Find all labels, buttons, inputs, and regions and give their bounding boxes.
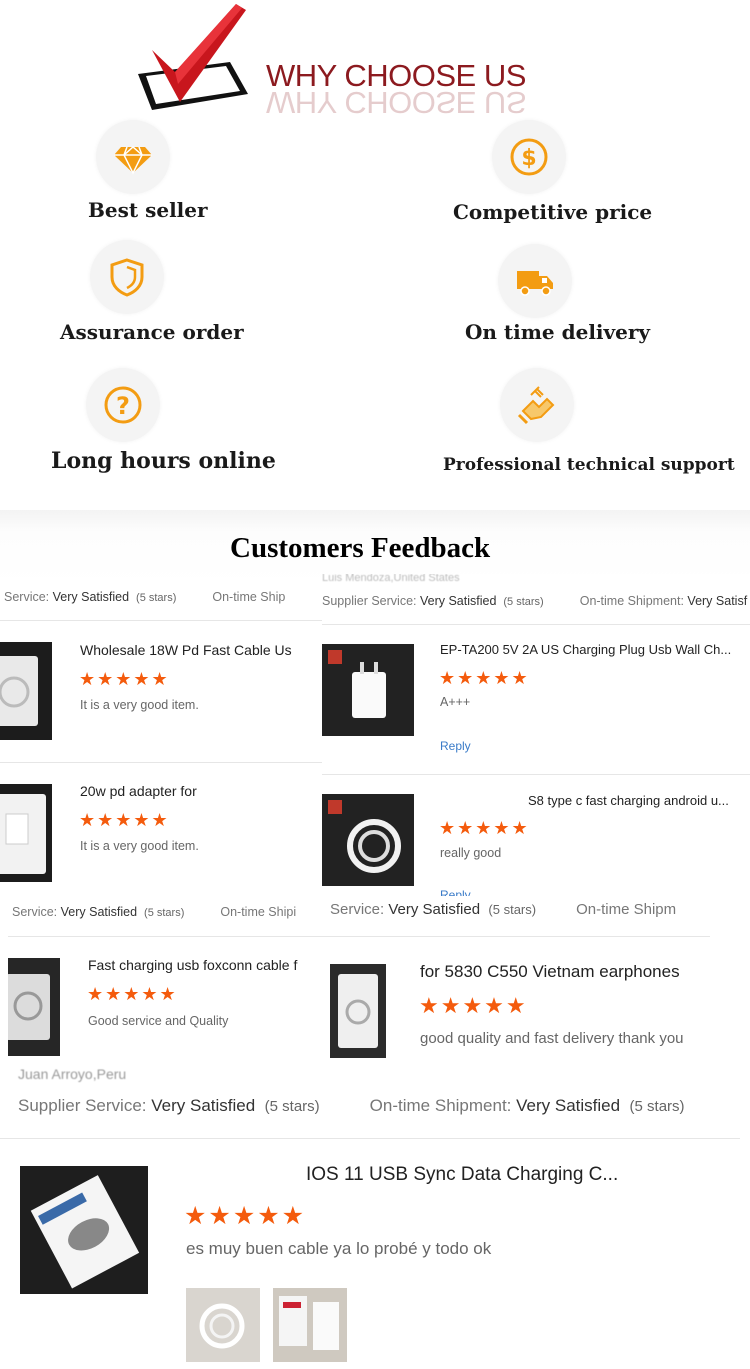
product-name[interactable]: 20w pd adapter for bbox=[80, 783, 322, 799]
divider bbox=[0, 620, 322, 621]
feature-label-on-time-delivery: On time delivery bbox=[465, 320, 651, 344]
checkmark-logo-icon bbox=[138, 4, 248, 110]
reply-link-cut[interactable]: Reply bbox=[440, 888, 471, 896]
ontime-label: On-time Ship bbox=[212, 590, 286, 604]
truck-icon bbox=[517, 271, 553, 296]
product-name[interactable]: Fast charging usb foxconn cable f bbox=[88, 957, 324, 973]
product-thumbnail[interactable] bbox=[8, 958, 60, 1056]
ontime-stars: (5 stars) bbox=[629, 1098, 685, 1115]
service-label: Supplier Service: bbox=[322, 594, 417, 608]
review-comment: Good service and Quality bbox=[88, 1014, 229, 1028]
product-thumbnail[interactable] bbox=[322, 644, 414, 736]
rating-stars: ★★★★★ bbox=[79, 810, 170, 830]
product-thumbnail[interactable] bbox=[0, 642, 52, 740]
service-label: Supplier Service: bbox=[18, 1096, 147, 1115]
review-photo[interactable] bbox=[186, 1288, 260, 1362]
divider bbox=[322, 774, 750, 775]
divider bbox=[0, 762, 322, 763]
shield-icon bbox=[110, 258, 144, 297]
review-panel-e: Juan Arroyo,Peru Supplier Service: Very … bbox=[0, 1066, 740, 1369]
handshake-icon-circle bbox=[500, 368, 574, 442]
question-icon-circle: ? bbox=[86, 368, 160, 442]
product-name[interactable]: for 5830 C550 Vietnam earphones bbox=[420, 962, 710, 982]
review-panel-b: Luis Mendoza,United States Supplier Serv… bbox=[322, 574, 750, 896]
rating-stars: ★★★★★ bbox=[79, 669, 170, 689]
rating-stars: ★★★★★ bbox=[87, 984, 178, 1004]
ontime-label: On-time Shipm bbox=[576, 901, 677, 918]
product-thumbnail[interactable] bbox=[20, 1166, 148, 1294]
service-label: Service: bbox=[12, 905, 58, 919]
service-value: Very Satisfied bbox=[52, 590, 130, 604]
customers-feedback-title: Customers Feedback bbox=[230, 532, 491, 564]
review-meta-b: Supplier Service: Very Satisfied (5 star… bbox=[322, 594, 747, 608]
handshake-icon bbox=[517, 386, 555, 425]
review-comment: es muy buen cable ya lo probé y todo ok bbox=[186, 1239, 492, 1258]
ontime-label: On-time Shipi bbox=[220, 905, 297, 919]
reply-link[interactable]: Reply bbox=[440, 739, 471, 753]
service-label: Service: bbox=[4, 590, 50, 604]
review-comment: It is a very good item. bbox=[80, 839, 199, 853]
service-value: Very Satisfied bbox=[151, 1096, 256, 1115]
feature-label-long-hours-online: Long hours online bbox=[51, 448, 276, 474]
why-choose-us-title-reflection: WHY CHOOSE US bbox=[266, 85, 526, 120]
service-value: Very Satisfied bbox=[60, 905, 138, 919]
question-icon: ? bbox=[104, 386, 142, 424]
dollar-icon: $ bbox=[510, 138, 548, 176]
review-panel-d: Service: Very Satisfied (5 stars) On-time… bbox=[324, 896, 710, 1066]
service-stars: (5 stars) bbox=[144, 907, 185, 919]
review-meta-c: Service: Very Satisfied (5 stars) On-time… bbox=[12, 905, 296, 919]
buyer-name: Juan Arroyo,Peru bbox=[18, 1066, 127, 1082]
why-choose-us-section: WHY CHOOSE US WHY CHOOSE US Best seller … bbox=[0, 0, 750, 510]
divider bbox=[8, 936, 324, 937]
rating-stars: ★★★★★ bbox=[184, 1202, 307, 1230]
svg-text:?: ? bbox=[116, 392, 130, 420]
review-comment: good quality and fast delivery thank you bbox=[420, 1030, 684, 1047]
product-name[interactable]: Wholesale 18W Pd Fast Cable Us bbox=[80, 642, 322, 658]
review-meta-d: Service: Very Satisfied (5 stars) On-time… bbox=[330, 901, 676, 918]
feature-label-competitive-price: Competitive price bbox=[453, 200, 653, 224]
service-label: Service: bbox=[330, 901, 385, 918]
divider bbox=[324, 936, 710, 937]
feature-label-best-seller: Best seller bbox=[88, 198, 208, 222]
review-meta-a: Service: Very Satisfied (5 stars) On-time… bbox=[4, 590, 285, 604]
rating-stars: ★★★★★ bbox=[419, 993, 528, 1018]
dollar-icon-circle: $ bbox=[492, 120, 566, 194]
divider bbox=[322, 624, 750, 625]
service-value: Very Satisfied bbox=[388, 901, 481, 918]
svg-text:$: $ bbox=[521, 146, 536, 171]
service-value: Very Satisfied bbox=[419, 594, 497, 608]
review-comment: A+++ bbox=[440, 695, 471, 709]
feature-label-assurance-order: Assurance order bbox=[60, 320, 244, 344]
truck-icon-circle bbox=[498, 244, 572, 318]
service-stars: (5 stars) bbox=[264, 1098, 320, 1115]
ontime-label: On-time Shipment: bbox=[579, 594, 684, 608]
review-comment: It is a very good item. bbox=[80, 698, 199, 712]
buyer-name: Luis Mendoza,United States bbox=[322, 574, 460, 584]
divider bbox=[0, 1138, 740, 1139]
ontime-value: Very Satisf bbox=[687, 594, 748, 608]
rating-stars: ★★★★★ bbox=[439, 668, 530, 688]
ontime-value: Very Satisfied bbox=[516, 1096, 621, 1115]
product-thumbnail[interactable] bbox=[0, 784, 52, 882]
review-panel-c: Service: Very Satisfied (5 stars) On-time… bbox=[8, 896, 324, 1066]
product-thumbnail[interactable] bbox=[322, 794, 414, 886]
review-panel-a: Service: Very Satisfied (5 stars) On-time… bbox=[0, 584, 322, 896]
ontime-label: On-time Shipment: bbox=[369, 1096, 512, 1115]
review-photo[interactable] bbox=[273, 1288, 347, 1362]
product-name[interactable]: EP-TA200 5V 2A US Charging Plug Usb Wall… bbox=[440, 642, 750, 657]
diamond-icon bbox=[114, 145, 152, 175]
shield-icon-circle bbox=[90, 240, 164, 314]
service-stars: (5 stars) bbox=[136, 592, 177, 604]
product-name[interactable]: IOS 11 USB Sync Data Charging C... bbox=[306, 1164, 740, 1186]
review-comment: really good bbox=[440, 846, 502, 860]
product-name[interactable]: S8 type c fast charging android u... bbox=[528, 793, 750, 808]
product-thumbnail[interactable] bbox=[330, 964, 386, 1058]
service-stars: (5 stars) bbox=[503, 596, 544, 608]
diamond-icon-circle bbox=[96, 120, 170, 194]
feature-label-professional-technical-support: Professional technical support bbox=[443, 455, 735, 475]
service-stars: (5 stars) bbox=[488, 902, 537, 917]
rating-stars: ★★★★★ bbox=[439, 818, 530, 838]
review-meta-e: Supplier Service: Very Satisfied (5 star… bbox=[18, 1096, 685, 1116]
